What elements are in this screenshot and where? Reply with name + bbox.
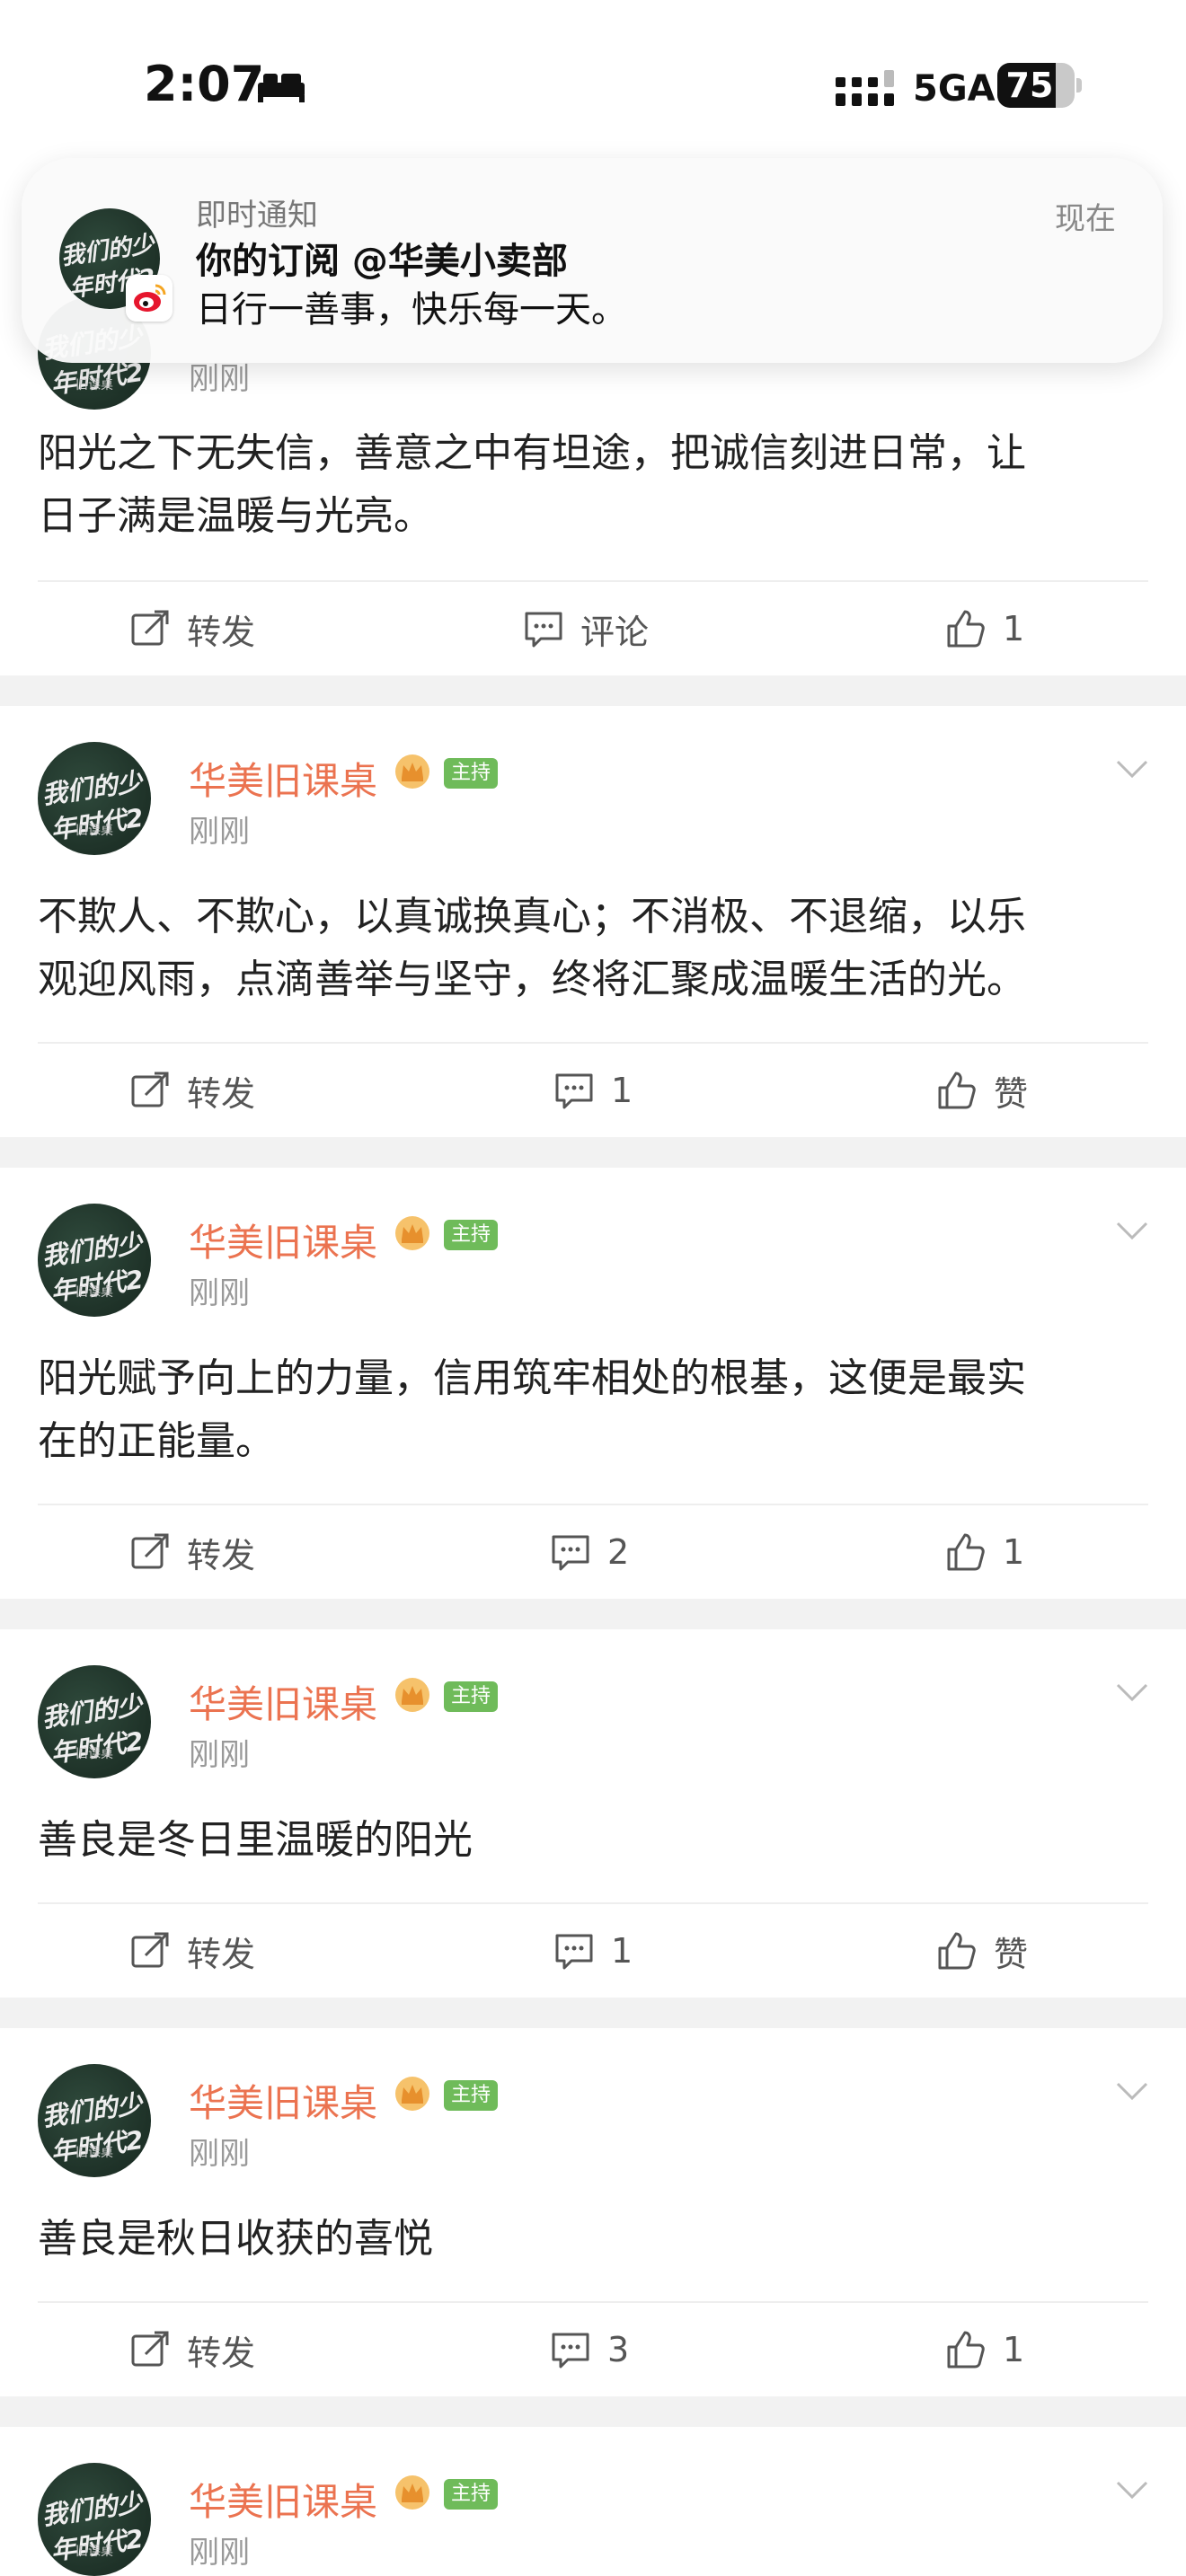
post-content: 善良是秋日收获的喜悦: [38, 2216, 433, 2262]
comment-icon: [552, 1535, 589, 1571]
post-card: 我们的少年时代2 旧课桌 华美旧课桌 主持 刚刚 阳光赋予向上的力量，信用筑牢相…: [0, 1168, 1186, 1599]
post-content: 善良是冬日里温暖的阳光: [38, 1817, 473, 1863]
weibo-app-icon: [126, 275, 173, 322]
comment-button[interactable]: 2: [550, 1505, 629, 1599]
comment-icon: [555, 1073, 593, 1109]
author-name[interactable]: 华美旧课桌: [189, 751, 377, 806]
notification-app-name: 即时通知: [196, 198, 318, 234]
like-button[interactable]: 赞: [936, 1904, 1028, 1998]
comment-button[interactable]: 评论: [523, 582, 649, 675]
post-actions: 转发 1 赞: [0, 1044, 1186, 1137]
avatar[interactable]: 我们的少年时代2 旧课桌: [38, 2064, 151, 2177]
post-card: 我们的少年时代2 旧课桌 华美旧课桌 主持 刚刚 善良是冬日里温暖的阳光 转发 …: [0, 1629, 1186, 1998]
thumbs-up-icon: [938, 1072, 976, 1109]
share-icon: [131, 1533, 169, 1569]
sleep-focus-icon: [258, 74, 305, 102]
post-actions: 转发 1 赞: [0, 1904, 1186, 1998]
post-content: 阳光之下无失信，善意之中有坦途，把诚信刻进日常，让 日子满是温暖与光亮。: [38, 430, 1026, 539]
status-bar: 2:07 5GA 75: [0, 0, 1186, 162]
thumbs-up-icon: [947, 2331, 985, 2369]
crown-icon: [395, 2077, 429, 2111]
like-button[interactable]: 1: [945, 582, 1024, 675]
post-card: 我们的少年时代2 旧课桌 华美旧课桌 主持 刚刚 不欺人、不欺心，以真诚换真心；…: [0, 706, 1186, 1137]
thumbs-up-icon: [947, 610, 985, 648]
chevron-down-icon[interactable]: [1116, 1681, 1148, 1703]
post-card: 我们的少年时代2 旧课桌 华美旧课桌 主持 刚刚: [0, 2427, 1186, 2576]
chevron-down-icon[interactable]: [1116, 2080, 1148, 2102]
status-time: 2:07: [144, 56, 265, 112]
repost-button[interactable]: 转发: [129, 1505, 255, 1599]
battery-percent: 75: [1005, 66, 1054, 105]
host-badge: 主持: [444, 2479, 499, 2510]
share-icon: [131, 1072, 169, 1107]
comment-button[interactable]: 1: [553, 1044, 633, 1137]
crown-icon: [395, 1216, 429, 1250]
notification-banner[interactable]: 我们的少年时代2 即时通知 你的订阅 @华美小卖部 日行一善事，快乐每一天。 现…: [22, 158, 1163, 363]
network-type: 5GA: [913, 68, 996, 110]
avatar[interactable]: 我们的少年时代2 旧课桌: [38, 1204, 151, 1317]
like-button[interactable]: 赞: [936, 1044, 1028, 1137]
post-actions: 转发 3 1: [0, 2303, 1186, 2396]
repost-button[interactable]: 转发: [129, 1904, 255, 1998]
share-icon: [131, 610, 169, 646]
notification-title: 你的订阅 @华美小卖部: [196, 241, 568, 282]
thumbs-up-icon: [938, 1932, 976, 1970]
comment-icon: [555, 1934, 593, 1970]
thumbs-up-icon: [947, 1533, 985, 1571]
post-time: 刚刚: [189, 2535, 250, 2571]
post-time: 刚刚: [189, 1737, 250, 1773]
post-actions: 转发 评论 1: [0, 582, 1186, 675]
repost-button[interactable]: 转发: [129, 582, 255, 675]
avatar[interactable]: 我们的少年时代2 旧课桌: [38, 2463, 151, 2576]
host-badge: 主持: [444, 2080, 499, 2111]
share-icon: [131, 1932, 169, 1968]
post-content: 不欺人、不欺心，以真诚换真心；不消极、不退缩，以乐 观迎风雨，点滴善举与坚守，终…: [38, 894, 1026, 1002]
crown-icon: [395, 2475, 429, 2510]
avatar[interactable]: 我们的少年时代2 旧课桌: [38, 742, 151, 855]
notification-body: 日行一善事，快乐每一天。: [196, 289, 627, 331]
avatar[interactable]: 我们的少年时代2 旧课桌: [38, 1665, 151, 1778]
author-name[interactable]: 华美旧课桌: [189, 2472, 377, 2527]
post-time: 刚刚: [189, 814, 250, 850]
battery-icon: 75: [997, 63, 1084, 108]
comment-icon: [525, 612, 562, 648]
notification-time: 现在: [1055, 201, 1116, 237]
author-name[interactable]: 华美旧课桌: [189, 2073, 377, 2128]
repost-button[interactable]: 转发: [129, 2303, 255, 2396]
repost-button[interactable]: 转发: [129, 1044, 255, 1137]
post-card: 我们的少年时代2 旧课桌 华美旧课桌 主持 刚刚 善良是秋日收获的喜悦 转发 3…: [0, 2028, 1186, 2396]
cellular-signal-icon: [836, 70, 894, 106]
host-badge: 主持: [444, 1681, 499, 1712]
like-button[interactable]: 1: [945, 1505, 1024, 1599]
post-content: 阳光赋予向上的力量，信用筑牢相处的根基，这便是最实 在的正能量。: [38, 1355, 1026, 1464]
chevron-down-icon[interactable]: [1116, 1220, 1148, 1241]
post-time: 刚刚: [189, 2136, 250, 2172]
author-name[interactable]: 华美旧课桌: [189, 1213, 377, 1267]
host-badge: 主持: [444, 758, 499, 789]
comment-button[interactable]: 1: [553, 1904, 633, 1998]
like-button[interactable]: 1: [945, 2303, 1024, 2396]
comment-button[interactable]: 3: [550, 2303, 629, 2396]
comment-icon: [552, 2333, 589, 2369]
post-actions: 转发 2 1: [0, 1505, 1186, 1599]
crown-icon: [395, 1678, 429, 1712]
chevron-down-icon[interactable]: [1116, 2479, 1148, 2501]
share-icon: [131, 2331, 169, 2367]
host-badge: 主持: [444, 1220, 499, 1250]
crown-icon: [395, 754, 429, 789]
post-time: 刚刚: [189, 1275, 250, 1311]
chevron-down-icon[interactable]: [1116, 758, 1148, 780]
author-name[interactable]: 华美旧课桌: [189, 1674, 377, 1729]
